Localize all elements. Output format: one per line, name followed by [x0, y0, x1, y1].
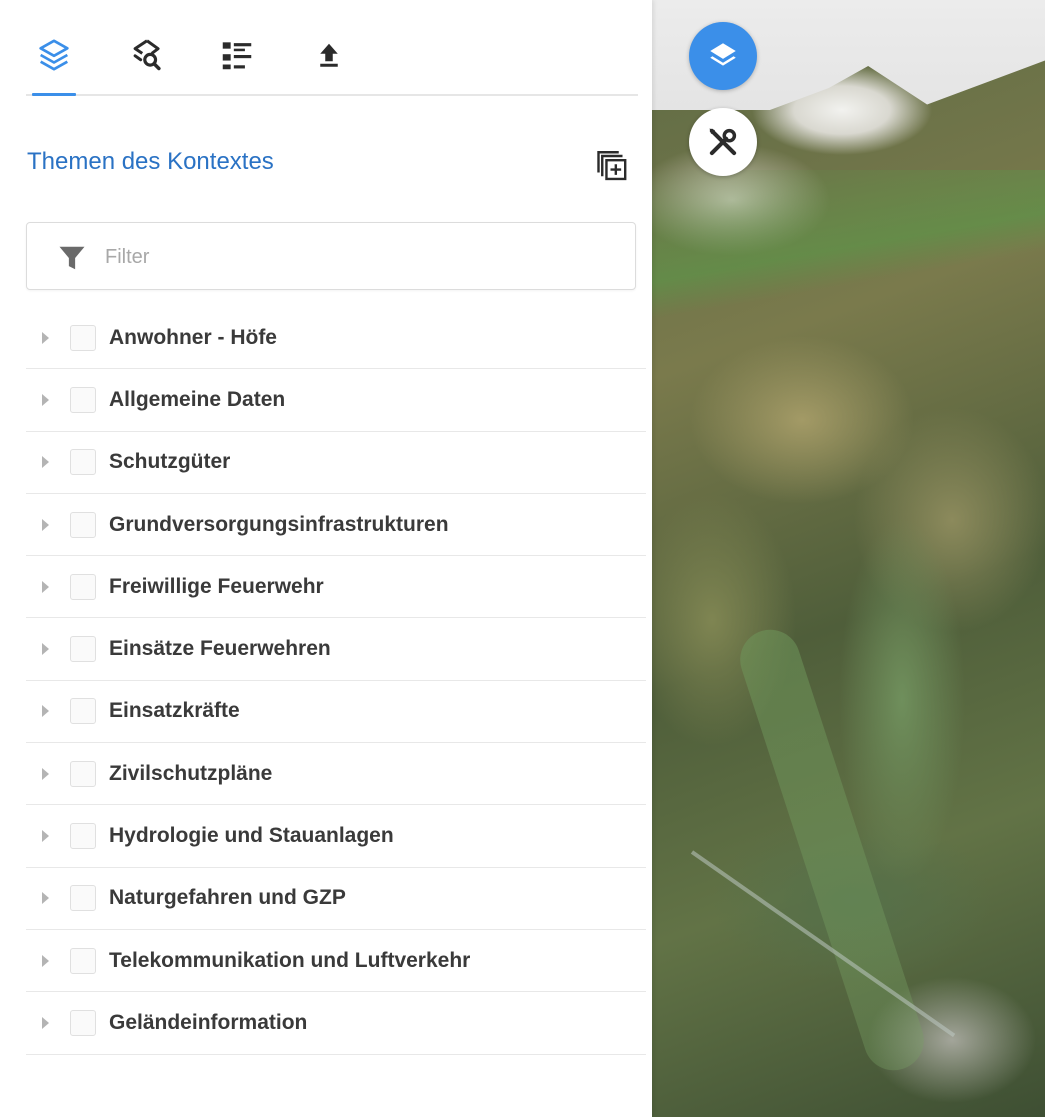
- map-terrain: [732, 621, 932, 1079]
- expand-caret-icon[interactable]: [42, 643, 49, 656]
- theme-list: Anwohner - Höfe Allgemeine Daten Schutzg…: [26, 307, 646, 1055]
- theme-checkbox[interactable]: [70, 573, 96, 600]
- theme-label[interactable]: Freiwillige Feuerwehr: [109, 575, 324, 599]
- theme-checkbox[interactable]: [70, 449, 96, 476]
- expand-caret-icon[interactable]: [42, 830, 49, 843]
- expand-caret-icon[interactable]: [42, 518, 49, 531]
- expand-caret-icon[interactable]: [42, 331, 49, 344]
- add-context-icon: [597, 151, 627, 181]
- expand-caret-icon[interactable]: [42, 892, 49, 905]
- panel-tabs: [26, 0, 638, 98]
- expand-caret-icon[interactable]: [42, 456, 49, 469]
- list-item: Freiwillige Feuerwehr: [26, 556, 646, 619]
- theme-label[interactable]: Telekommunikation und Luftverkehr: [109, 949, 470, 973]
- expand-caret-icon[interactable]: [42, 393, 49, 406]
- tab-layers[interactable]: [29, 30, 79, 80]
- theme-label[interactable]: Einsatzkräfte: [109, 699, 240, 723]
- expand-caret-icon[interactable]: [42, 954, 49, 967]
- theme-label[interactable]: Allgemeine Daten: [109, 388, 285, 412]
- section-title: Themen des Kontextes: [27, 148, 274, 175]
- expand-caret-icon[interactable]: [42, 767, 49, 780]
- theme-checkbox[interactable]: [70, 324, 96, 351]
- layer-panel: Themen des Kontextes Anwohner - Höfe All…: [0, 0, 652, 1117]
- filter-funnel-icon: [59, 246, 85, 270]
- expand-caret-icon[interactable]: [42, 580, 49, 593]
- filter-box: [26, 222, 636, 290]
- layers-icon: [39, 39, 69, 71]
- legend-list-icon: [222, 42, 252, 70]
- theme-checkbox[interactable]: [70, 1009, 96, 1036]
- theme-label[interactable]: Schutzgüter: [109, 450, 230, 474]
- add-context-button[interactable]: [592, 146, 632, 184]
- tab-search-layers[interactable]: [122, 30, 172, 80]
- list-item: Einsatzkräfte: [26, 681, 646, 744]
- tab-upload[interactable]: [304, 30, 354, 80]
- tab-active-indicator: [32, 93, 76, 96]
- filter-input[interactable]: [105, 237, 605, 277]
- list-item: Telekommunikation und Luftverkehr: [26, 930, 646, 993]
- theme-checkbox[interactable]: [70, 823, 96, 850]
- map-layers-button[interactable]: [689, 22, 757, 90]
- theme-checkbox[interactable]: [70, 511, 96, 538]
- list-item: Allgemeine Daten: [26, 369, 646, 432]
- list-item: Geländeinformation: [26, 992, 646, 1055]
- list-item: Schutzgüter: [26, 432, 646, 494]
- tab-legend[interactable]: [212, 30, 262, 80]
- list-item: Einsätze Feuerwehren: [26, 618, 646, 681]
- theme-checkbox[interactable]: [70, 885, 96, 912]
- list-item: Naturgefahren und GZP: [26, 868, 646, 930]
- expand-caret-icon[interactable]: [42, 705, 49, 718]
- map-tools-button[interactable]: [689, 108, 757, 176]
- theme-label[interactable]: Naturgefahren und GZP: [109, 886, 346, 910]
- theme-checkbox[interactable]: [70, 636, 96, 663]
- theme-label[interactable]: Grundversorgungsinfrastrukturen: [109, 513, 449, 537]
- list-item: Hydrologie und Stauanlagen: [26, 805, 646, 868]
- theme-checkbox[interactable]: [70, 760, 96, 787]
- search-layers-icon: [133, 39, 161, 71]
- theme-checkbox[interactable]: [70, 386, 96, 413]
- layers-icon: [710, 43, 736, 66]
- theme-checkbox[interactable]: [70, 698, 96, 725]
- tools-icon: [709, 128, 737, 156]
- theme-checkbox[interactable]: [70, 947, 96, 974]
- upload-icon: [320, 43, 338, 67]
- theme-label[interactable]: Hydrologie und Stauanlagen: [109, 824, 394, 848]
- theme-label[interactable]: Einsätze Feuerwehren: [109, 637, 331, 661]
- tab-divider: [26, 94, 638, 96]
- theme-label[interactable]: Geländeinformation: [109, 1011, 307, 1035]
- list-item: Anwohner - Höfe: [26, 307, 646, 370]
- theme-label[interactable]: Anwohner - Höfe: [109, 326, 277, 350]
- expand-caret-icon[interactable]: [42, 1016, 49, 1029]
- theme-label[interactable]: Zivilschutzpläne: [109, 762, 272, 786]
- list-item: Grundversorgungsinfrastrukturen: [26, 494, 646, 557]
- list-item: Zivilschutzpläne: [26, 743, 646, 806]
- map-terrain: [652, 170, 1045, 350]
